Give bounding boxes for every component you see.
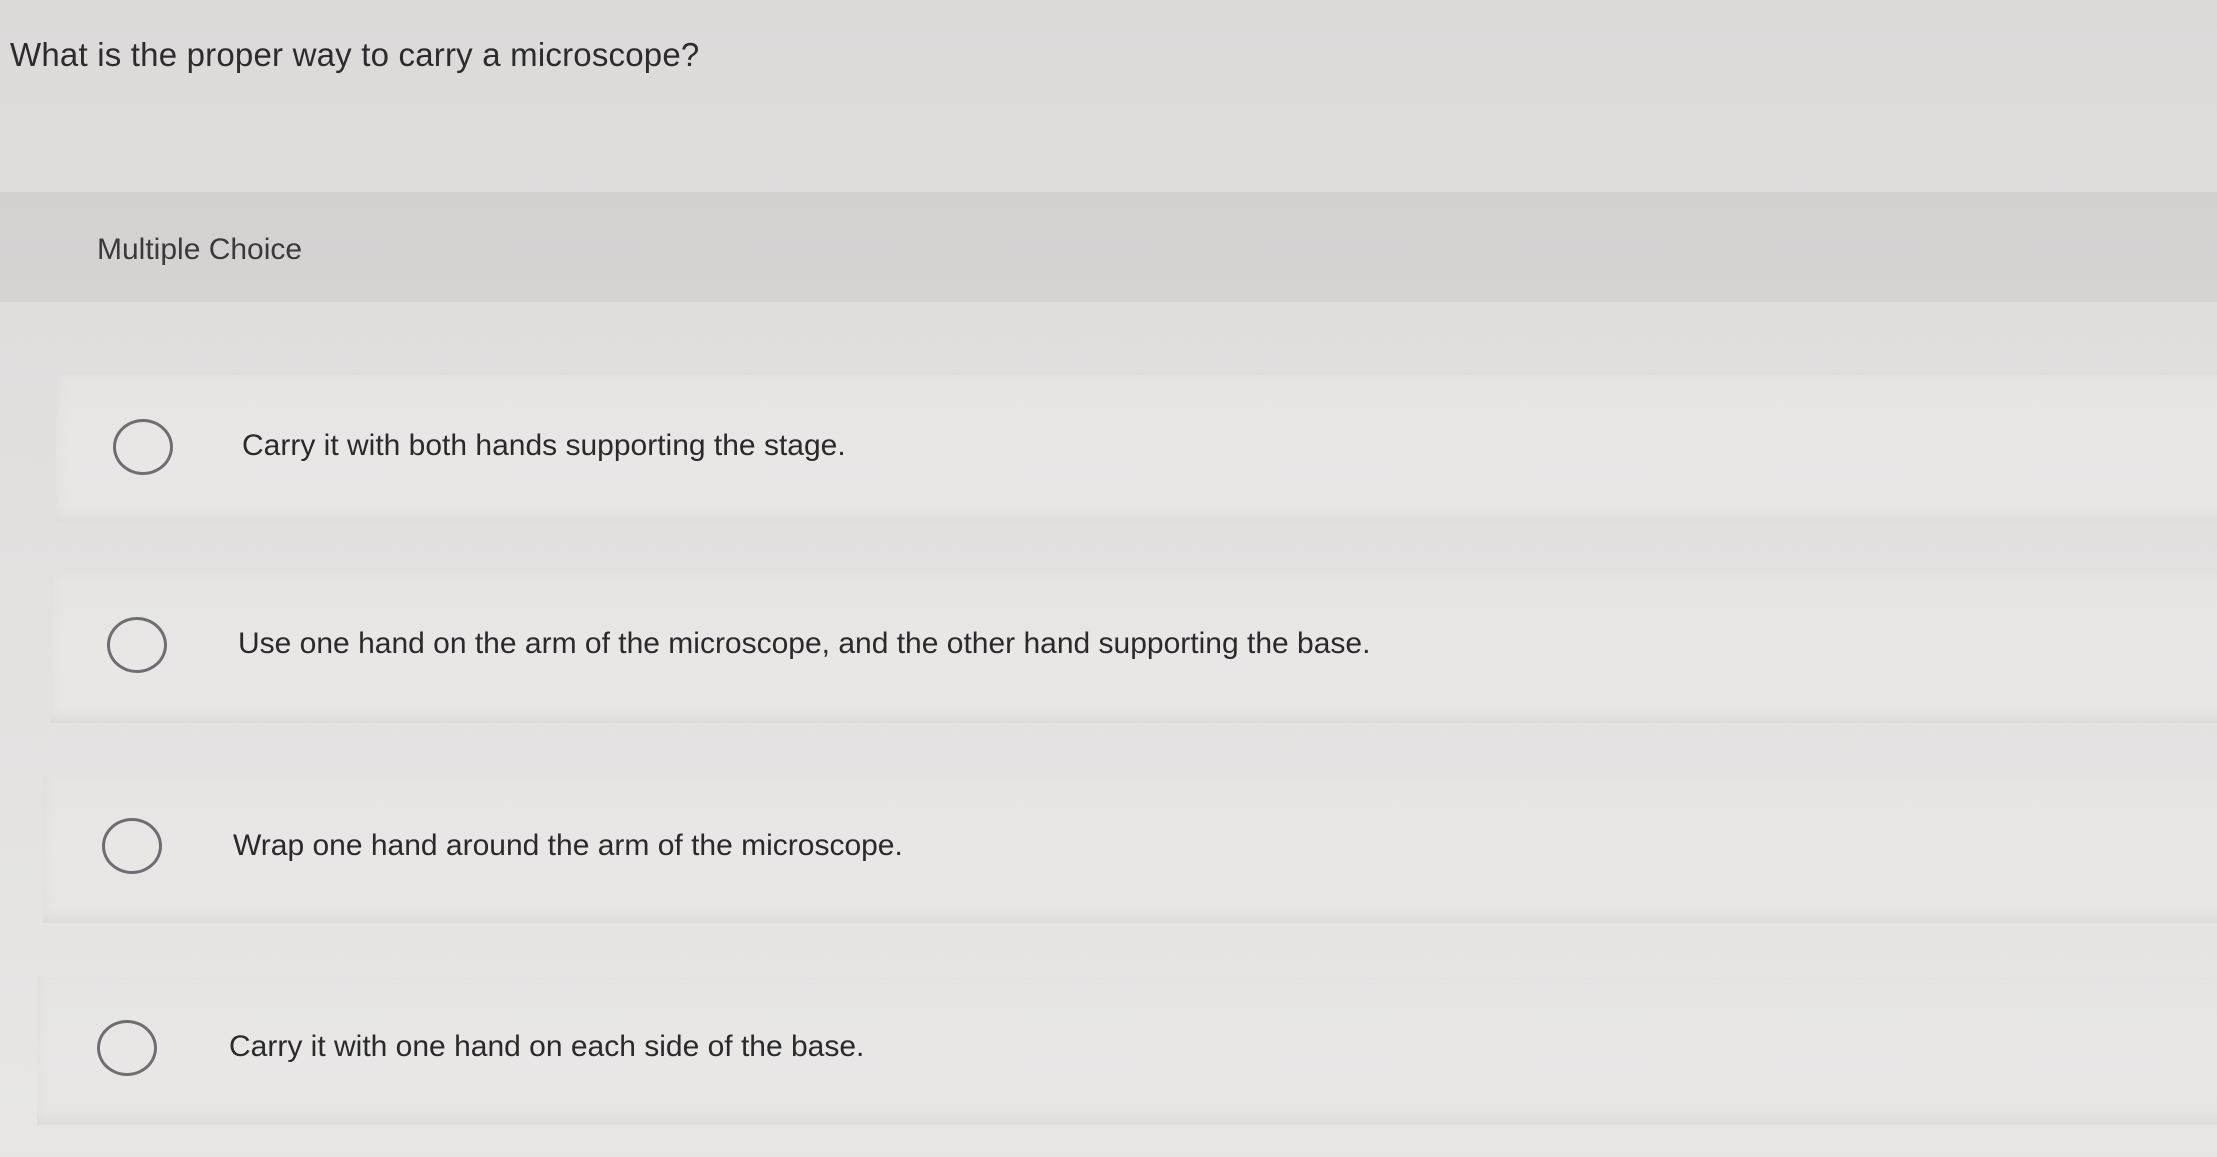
answer-option-1[interactable]: Carry it with both hands supporting the … <box>56 375 2217 523</box>
answer-option-4[interactable]: Carry it with one hand on each side of t… <box>37 977 2217 1125</box>
answer-option-label-2[interactable]: Use one hand on the arm of the microscop… <box>238 627 1370 661</box>
radio-button-2[interactable] <box>107 617 167 673</box>
radio-button-4[interactable] <box>97 1020 157 1076</box>
answer-option-label-4[interactable]: Carry it with one hand on each side of t… <box>229 1030 864 1064</box>
radio-button-1[interactable] <box>113 419 173 475</box>
question-type-label: Multiple Choice <box>97 233 303 266</box>
answer-option-label-1[interactable]: Carry it with both hands supporting the … <box>242 429 846 463</box>
answer-option-3[interactable]: Wrap one hand around the arm of the micr… <box>43 775 2217 923</box>
answer-option-2[interactable]: Use one hand on the arm of the microscop… <box>50 575 2217 723</box>
question-text: What is the proper way to carry a micros… <box>10 36 700 73</box>
answer-option-label-3[interactable]: Wrap one hand around the arm of the micr… <box>233 829 903 863</box>
radio-button-3[interactable] <box>102 818 162 874</box>
question-type-band <box>0 192 2217 302</box>
